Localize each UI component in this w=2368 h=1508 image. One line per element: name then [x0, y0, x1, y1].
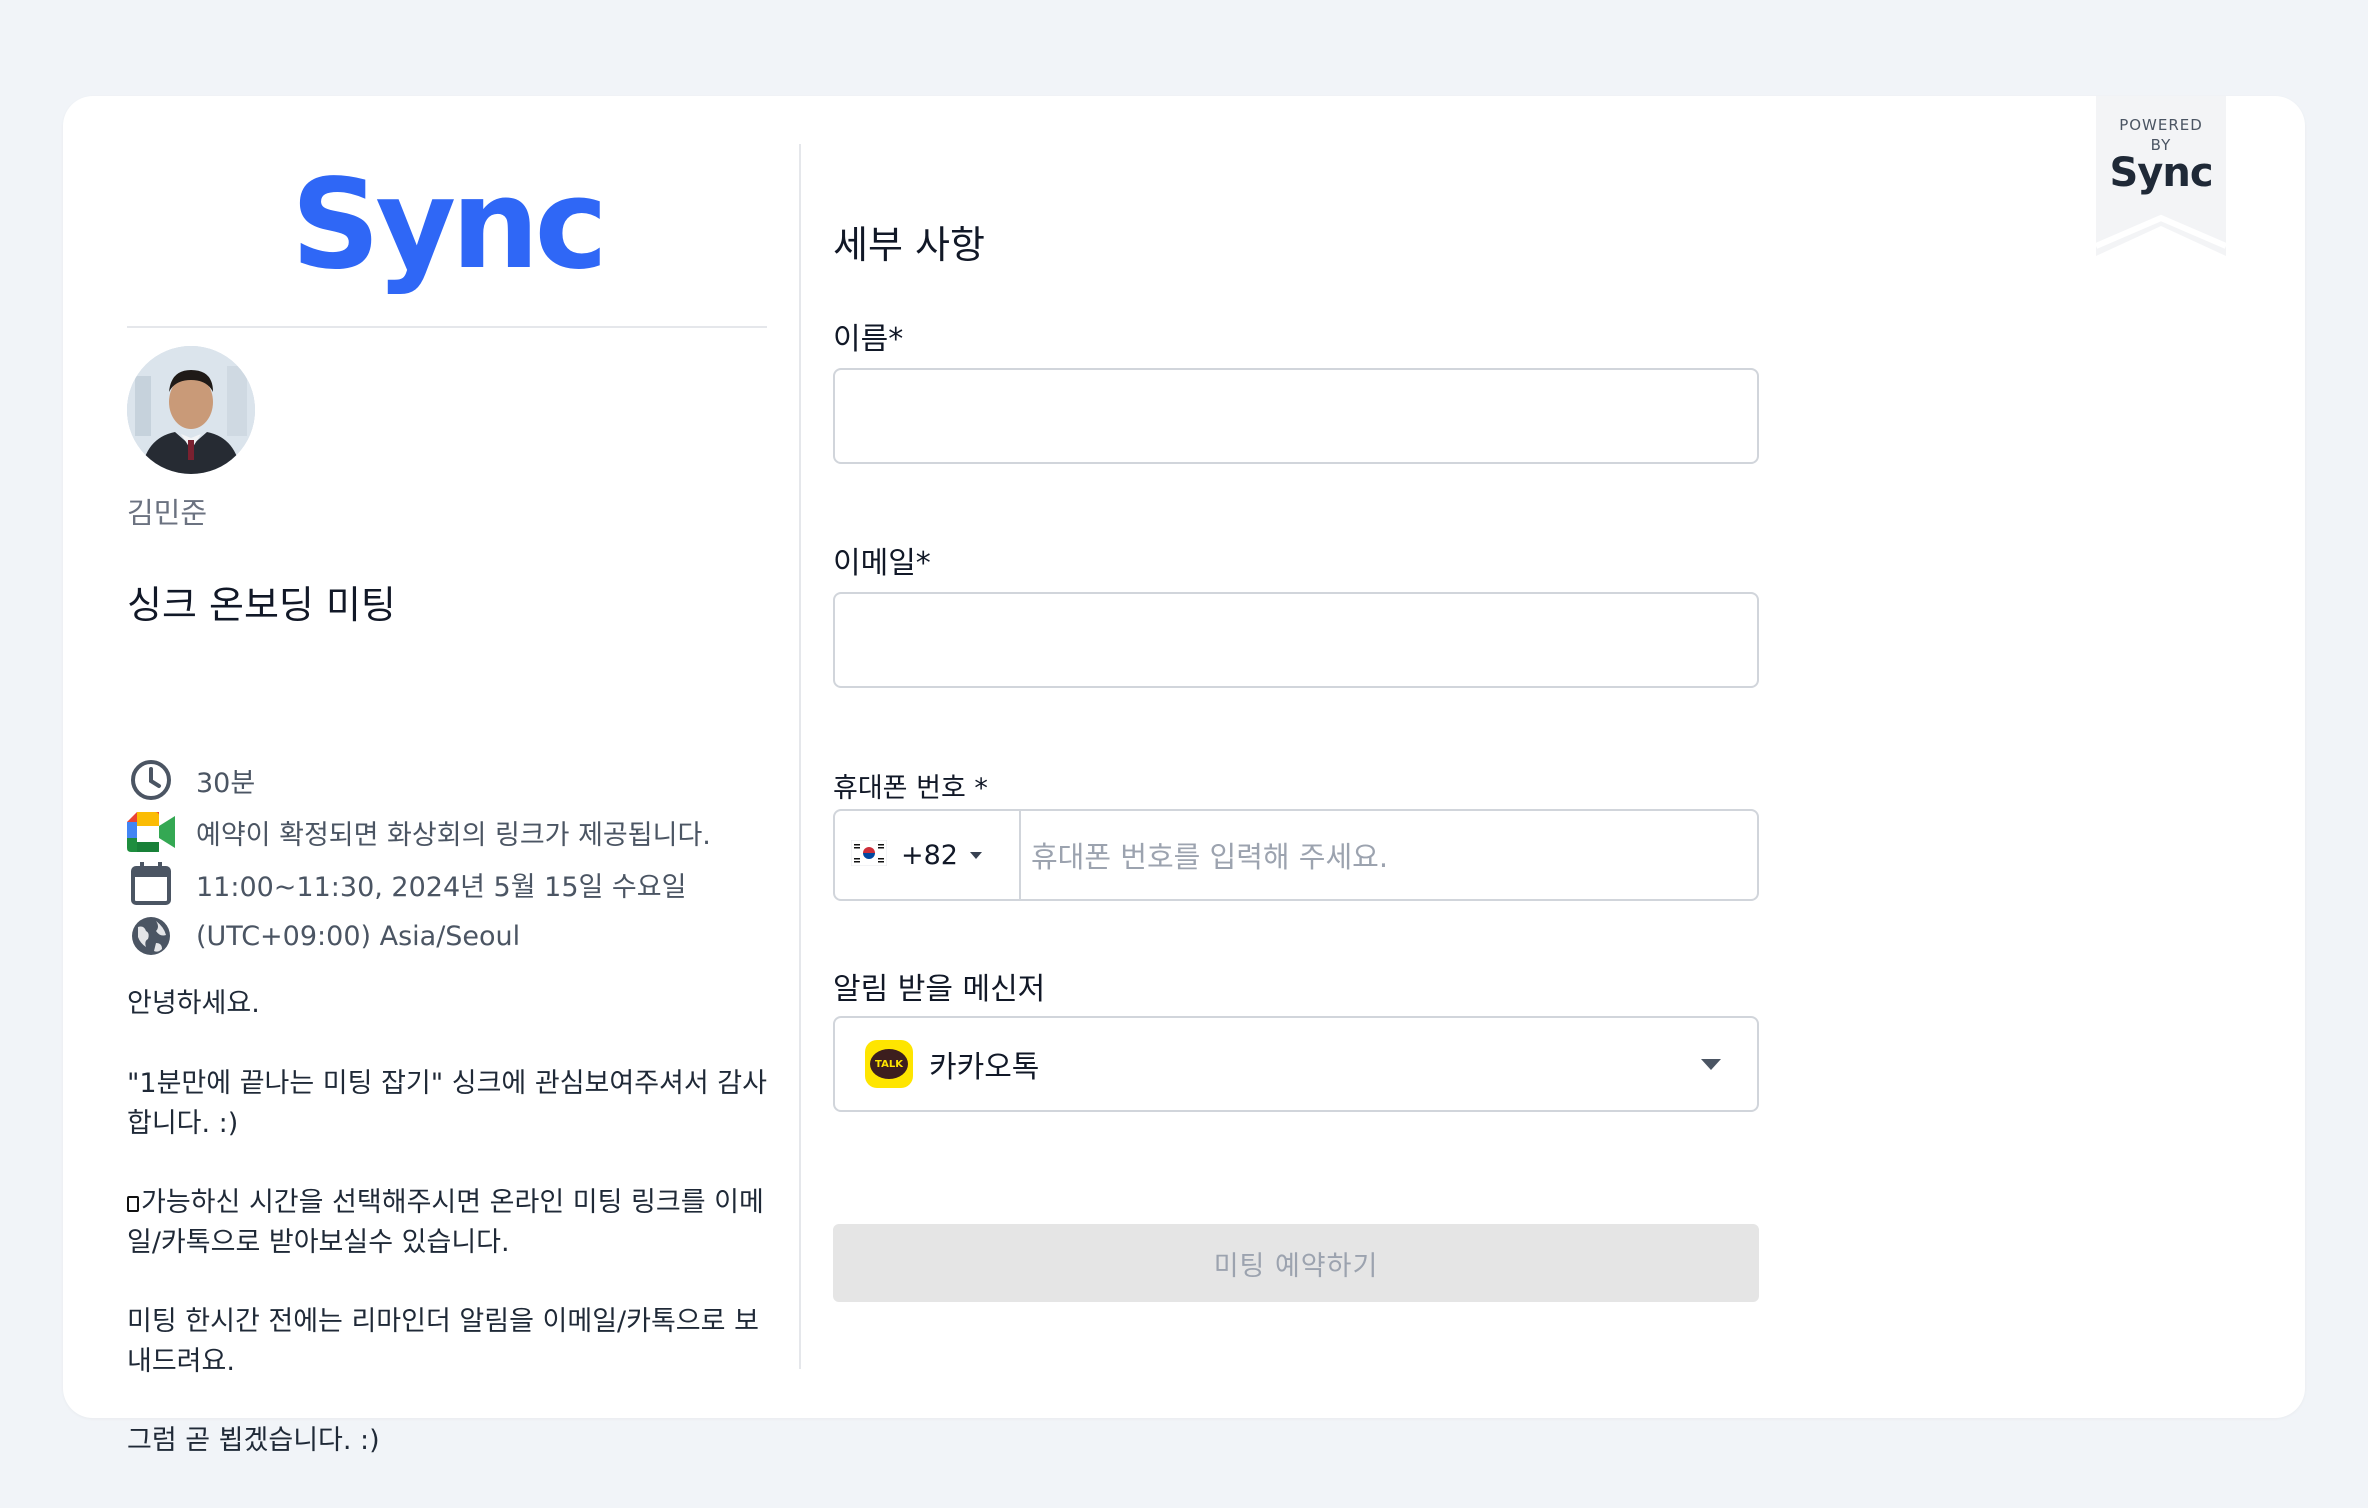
kakaotalk-icon-text: TALK: [870, 1049, 908, 1079]
description-paragraph: 그럼 곧 뵙겠습니다. :): [127, 1421, 777, 1461]
kakaotalk-icon: TALK: [865, 1040, 913, 1088]
phone-field: +82 휴대폰 번호를 입력해 주세요.: [833, 809, 1759, 901]
description-paragraph: 가능하신 시간을 선택해주시면 온라인 미팅 링크를 이메일/카톡으로 받아보실…: [127, 1183, 777, 1263]
form-section-title: 세부 사항: [833, 223, 985, 267]
description-paragraph: 안녕하세요.: [127, 988, 260, 1019]
name-label: 이름*: [833, 322, 904, 357]
phone-input[interactable]: 휴대폰 번호를 입력해 주세요.: [1021, 811, 1757, 899]
host-name: 김민준: [127, 496, 208, 530]
timezone-text: (UTC+09:00) Asia/Seoul: [196, 920, 521, 952]
dropdown-caret-icon: [1701, 1058, 1721, 1070]
datetime-row: 11:00~11:30, 2024년 5월 15일 수요일: [127, 858, 767, 910]
host-avatar: [127, 346, 255, 474]
calendar-icon: [127, 860, 175, 908]
booking-card: Sync 김민준 싱크 온보딩 미팅 30분 예약이 확정되면 화상회의 링크가…: [63, 96, 2305, 1456]
datetime-text: 11:00~11:30, 2024년 5월 15일 수요일: [196, 871, 687, 903]
avatar-photo-icon: [127, 346, 255, 474]
booking-form: 세부 사항 이름* 이메일* 휴대폰 번호 * +82 휴대폰 번호를 입력해 …: [833, 96, 1763, 1418]
description-text: 가능하신 시간을 선택해주시면 온라인 미팅 링크를 이메일/카톡으로 받아보실…: [127, 1187, 764, 1258]
country-code-select[interactable]: +82: [835, 811, 1021, 899]
badge-logo: Sync: [2109, 150, 2213, 196]
country-code-text: +82: [901, 839, 958, 871]
email-input[interactable]: [833, 592, 1759, 688]
south-korea-flag-icon: [850, 839, 888, 870]
messenger-label: 알림 받을 메신저: [833, 972, 1046, 1007]
powered-by-badge[interactable]: POWERED BY Sync: [2096, 96, 2226, 256]
clock-icon: [127, 756, 175, 804]
timezone-row: (UTC+09:00) Asia/Seoul: [127, 910, 767, 962]
email-label: 이메일*: [833, 546, 931, 581]
description-text: 그럼 곧 뵙겠습니다. :): [127, 1425, 380, 1456]
globe-icon: [127, 912, 175, 960]
messenger-select[interactable]: TALK 카카오톡: [833, 1016, 1759, 1112]
google-meet-icon: [127, 808, 175, 856]
logo-divider: [127, 326, 767, 328]
brand-logo: Sync: [291, 153, 608, 297]
caret-down-icon: [969, 851, 982, 859]
duration-text: 30분: [196, 767, 256, 799]
event-info-panel: Sync 김민준 싱크 온보딩 미팅 30분 예약이 확정되면 화상회의 링크가…: [127, 96, 767, 1456]
duration-row: 30분: [127, 754, 767, 806]
messenger-selected-text: 카카오톡: [929, 1050, 1040, 1085]
description-paragraph: 미팅 한시간 전에는 리마인더 알림을 이메일/카톡으로 보내드려요.: [127, 1306, 759, 1377]
video-note-text: 예약이 확정되면 화상회의 링크가 제공됩니다.: [196, 819, 711, 851]
panel-divider: [799, 144, 801, 1369]
description-paragraph: "1분만에 끝나는 미팅 잡기" 싱크에 관심보여주셔서 감사합니다. :): [127, 1068, 767, 1139]
book-meeting-button[interactable]: 미팅 예약하기: [833, 1224, 1759, 1302]
video-row: 예약이 확정되면 화상회의 링크가 제공됩니다.: [127, 806, 767, 858]
phone-label: 휴대폰 번호 *: [833, 773, 988, 804]
badge-powered-text: POWERED: [2119, 116, 2203, 134]
event-title: 싱크 온보딩 미팅: [127, 583, 396, 627]
name-input[interactable]: [833, 368, 1759, 464]
checkbox-glyph-icon: [127, 1196, 139, 1212]
